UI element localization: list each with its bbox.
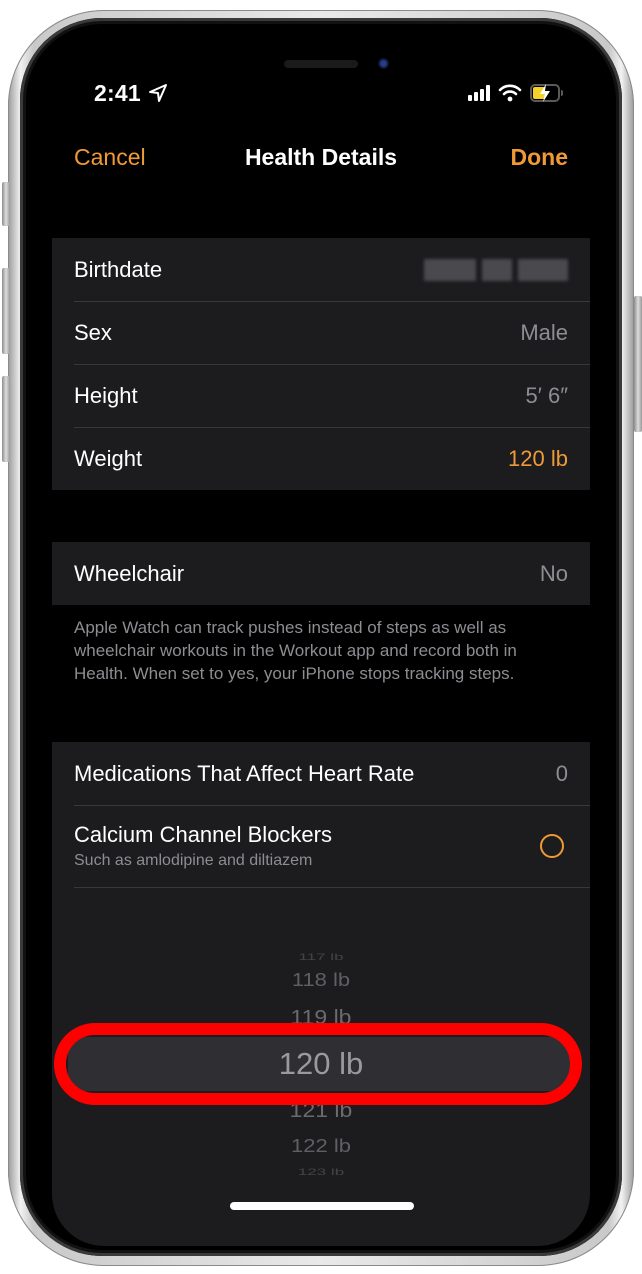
calcium-channel-blockers-sublabel: Such as amlodipine and diltiazem [74,852,313,869]
weight-picker[interactable]: 117 lb 118 lb 119 lb 120 lb 121 lb 122 l… [52,915,590,1246]
weight-row[interactable]: Weight 120 lb [52,427,590,490]
wheelchair-value: No [539,560,568,586]
birthdate-label: Birthdate [74,256,163,282]
home-indicator[interactable] [230,1202,414,1210]
done-button[interactable]: Done [511,144,569,171]
silent-switch [2,182,10,226]
picker-item[interactable]: 122 lb [52,1135,590,1157]
location-arrow-icon [149,84,167,102]
calcium-channel-blockers-label: Calcium Channel Blockers [74,822,332,847]
screen: 2:41 Cancel Health Details Done Birthdat… [30,28,612,1246]
calcium-channel-blockers-row[interactable]: Calcium Channel Blockers Such as amlodip… [52,805,590,887]
birthdate-value-redacted [424,258,568,281]
weight-label: Weight [74,445,143,471]
earpiece-speaker [284,60,358,68]
battery-charging-icon [530,84,563,102]
annotation-highlight-ring [54,1023,582,1105]
wifi-icon [498,84,522,102]
volume-up-button [2,268,10,354]
medications-count: 0 [555,760,568,786]
front-camera [378,58,389,69]
wheelchair-footnote: Apple Watch can track pushes instead of … [74,618,517,683]
medications-header-row: Medications That Affect Heart Rate 0 [52,742,590,805]
nav-bar: Cancel Health Details Done [30,140,612,180]
sex-label: Sex [74,319,112,345]
side-power-button [634,296,642,432]
sex-value: Male [520,319,568,345]
volume-down-button [2,376,10,462]
cellular-signal-icon [468,85,490,101]
wheelchair-group: Wheelchair No [52,542,590,605]
wheelchair-row[interactable]: Wheelchair No [52,542,590,605]
medications-label: Medications That Affect Heart Rate [74,760,415,786]
weight-value: 120 lb [508,445,568,471]
height-row[interactable]: Height 5′ 6″ [52,364,590,427]
status-icons [468,84,563,102]
birthdate-row[interactable]: Birthdate [52,238,590,301]
calcium-channel-blockers-radio[interactable] [540,834,564,858]
details-group: Birthdate Sex Male Height 5′ 6″ Weight 1… [52,238,590,490]
picker-item[interactable]: 117 lb [52,952,590,963]
picker-item[interactable]: 118 lb [52,969,590,991]
height-label: Height [74,382,138,408]
status-time: 2:41 [94,80,141,106]
medications-group: Medications That Affect Heart Rate 0 Cal… [52,742,590,922]
height-value: 5′ 6″ [525,382,569,408]
sex-row[interactable]: Sex Male [52,301,590,364]
picker-item[interactable]: 123 lb [52,1167,590,1178]
wheelchair-label: Wheelchair [74,560,185,586]
